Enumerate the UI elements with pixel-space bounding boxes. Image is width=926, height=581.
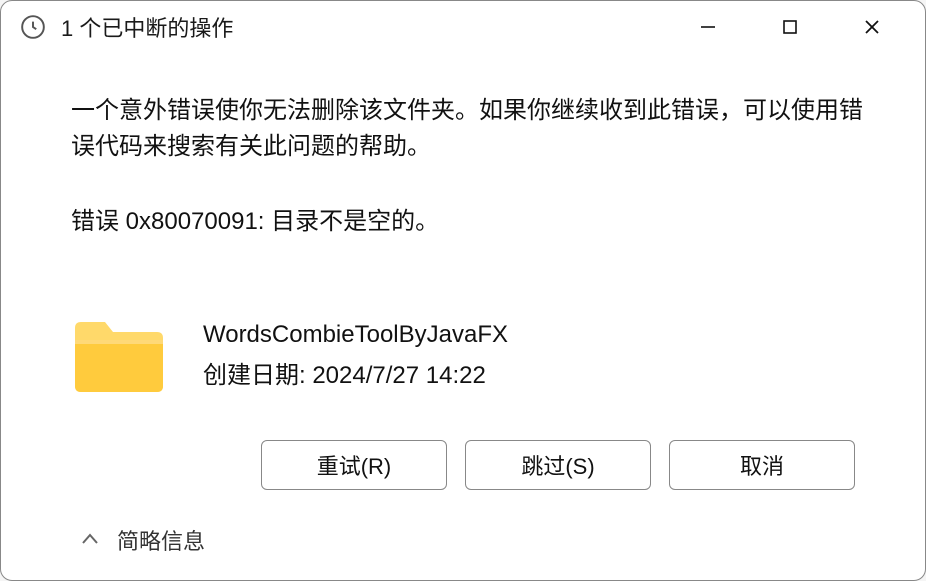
cancel-button[interactable]: 取消 — [669, 440, 855, 490]
item-meta: WordsCombieToolByJavaFX 创建日期: 2024/7/27 … — [203, 321, 508, 390]
maximize-button[interactable] — [767, 7, 813, 47]
clock-icon — [19, 13, 47, 41]
error-code-line: 错误 0x80070091: 目录不是空的。 — [71, 201, 865, 236]
error-message: 一个意外错误使你无法删除该文件夹。如果你继续收到此错误，可以使用错误代码来搜索有… — [71, 93, 865, 165]
dialog-content: 一个意外错误使你无法删除该文件夹。如果你继续收到此错误，可以使用错误代码来搜索有… — [1, 53, 925, 580]
button-row: 重试(R) 跳过(S) 取消 — [71, 440, 865, 490]
close-button[interactable] — [849, 7, 895, 47]
item-row: WordsCombieToolByJavaFX 创建日期: 2024/7/27 … — [71, 316, 865, 394]
window-title: 1 个已中断的操作 — [61, 11, 685, 43]
chevron-up-icon — [81, 530, 99, 551]
window-controls — [685, 7, 917, 47]
folder-icon — [71, 316, 167, 394]
item-date: 创建日期: 2024/7/27 14:22 — [203, 355, 508, 390]
details-label: 简略信息 — [117, 524, 205, 556]
retry-button[interactable]: 重试(R) — [261, 440, 447, 490]
item-name: WordsCombieToolByJavaFX — [203, 321, 508, 349]
skip-button[interactable]: 跳过(S) — [465, 440, 651, 490]
minimize-button[interactable] — [685, 7, 731, 47]
details-toggle[interactable]: 简略信息 — [81, 524, 865, 556]
titlebar: 1 个已中断的操作 — [1, 1, 925, 53]
dialog-window: 1 个已中断的操作 一个意外错误使你无法删除该文件夹。如果你继续收到此错误，可以… — [0, 0, 926, 581]
